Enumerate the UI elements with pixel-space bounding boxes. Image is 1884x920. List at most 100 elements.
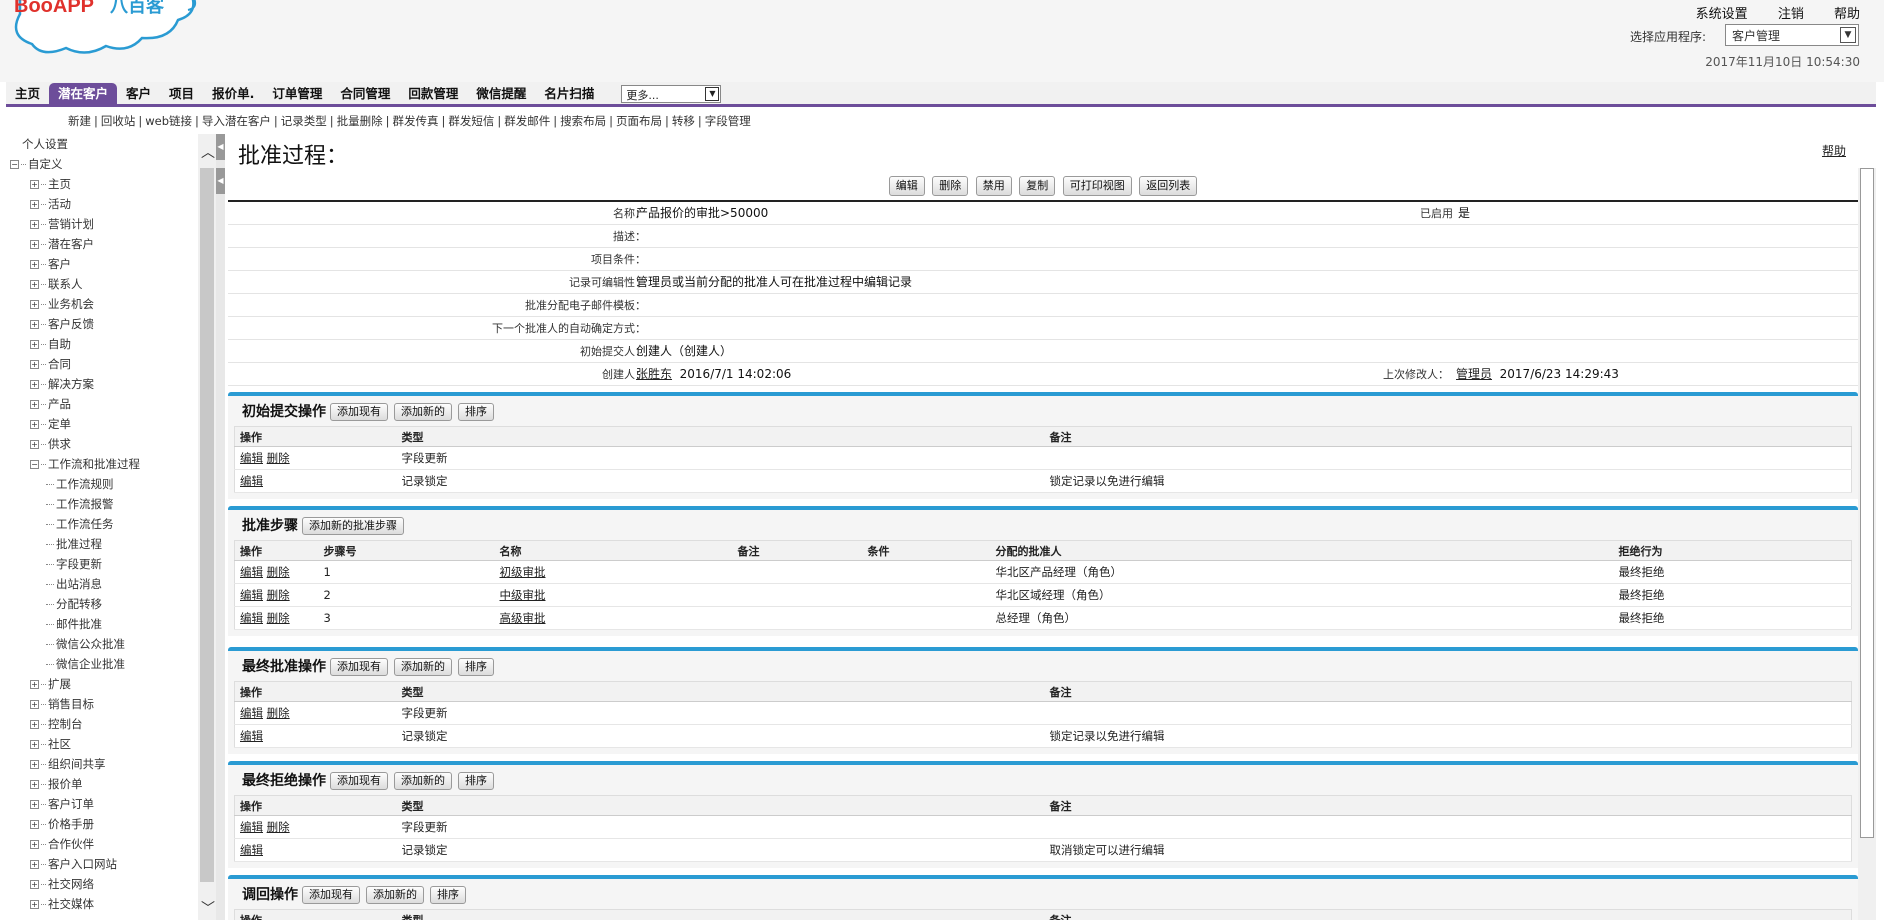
expand-icon[interactable]: + [30, 900, 39, 909]
collapse-arrow-icon[interactable]: ◀ [216, 134, 225, 160]
tree-node[interactable]: + 潜在客户 [0, 234, 198, 254]
tree-node[interactable]: + 营销计划 [0, 214, 198, 234]
copy-button[interactable]: 复制 [1019, 176, 1056, 196]
tree-node[interactable]: + 解决方案 [0, 374, 198, 394]
tab-accounts[interactable]: 客户 [117, 83, 160, 105]
printable-view-button[interactable]: 可打印视图 [1062, 176, 1132, 196]
section-button[interactable]: 添加新的 [366, 886, 424, 904]
section-button[interactable]: 添加新的批准步骤 [302, 517, 404, 535]
expand-icon[interactable]: + [30, 380, 39, 389]
expand-icon[interactable]: + [30, 800, 39, 809]
collapse-icon[interactable]: − [30, 460, 39, 469]
tree-node[interactable]: + 社区 [0, 734, 198, 754]
tree-node[interactable]: + 组织间共享 [0, 754, 198, 774]
subnav-link[interactable]: 页面布局 [616, 114, 662, 128]
tree-node[interactable]: − 工作流和批准过程 [0, 454, 198, 474]
tree-node[interactable]: 工作流任务 [0, 514, 198, 534]
edit-button[interactable]: 编辑 [888, 176, 925, 196]
expand-icon[interactable]: + [30, 420, 39, 429]
tree-node[interactable]: 字段更新 [0, 554, 198, 574]
chevron-up-icon[interactable]: ︿ [201, 142, 215, 162]
subnav-link[interactable]: 批量删除 [337, 114, 383, 128]
back-to-list-button[interactable]: 返回列表 [1139, 176, 1198, 196]
subnav-link[interactable]: 导入潜在客户 [202, 114, 271, 128]
main-scrollbar[interactable] [1858, 168, 1876, 920]
expand-icon[interactable]: + [30, 340, 39, 349]
expand-icon[interactable]: + [30, 300, 39, 309]
tree-node[interactable]: 批准过程 [0, 534, 198, 554]
tree-node[interactable]: + 定单 [0, 414, 198, 434]
collapse-icon[interactable]: − [10, 160, 19, 169]
more-tabs-select[interactable]: 更多... ▼ [621, 85, 722, 103]
delete-button[interactable]: 删除 [932, 176, 969, 196]
modified-by-link[interactable]: 管理员 [1456, 367, 1492, 381]
tree-node[interactable]: + 联系人 [0, 274, 198, 294]
tree-node[interactable]: + 自助 [0, 334, 198, 354]
app-select[interactable]: 客户管理 ▼ [1725, 24, 1859, 46]
tree-node[interactable]: 工作流规则 [0, 474, 198, 494]
tree-node[interactable]: 个人设置 [0, 134, 198, 154]
expand-icon[interactable]: + [30, 760, 39, 769]
created-by-link[interactable]: 张胜东 [636, 367, 672, 381]
system-settings-link[interactable]: 系统设置 [1696, 7, 1748, 22]
tree-node[interactable]: + 销售目标 [0, 694, 198, 714]
section-button[interactable]: 添加新的 [394, 772, 452, 790]
tree-node[interactable]: 分配转移 [0, 594, 198, 614]
sidebar-scroll-thumb[interactable] [200, 168, 214, 882]
expand-icon[interactable]: + [30, 400, 39, 409]
tree-node[interactable]: + 价格手册 [0, 814, 198, 834]
section-button[interactable]: 添加新的 [394, 658, 452, 676]
tab-contracts[interactable]: 合同管理 [331, 83, 399, 105]
tab-payments[interactable]: 回款管理 [399, 83, 467, 105]
subnav-link[interactable]: 群发短信 [448, 114, 494, 128]
tab-wechat-reminder[interactable]: 微信提醒 [467, 83, 535, 105]
subnav-link[interactable]: 搜索布局 [560, 114, 606, 128]
tab-quotes[interactable]: 报价单. [203, 83, 263, 105]
subnav-link[interactable]: 转移 [672, 114, 695, 128]
expand-icon[interactable]: + [30, 680, 39, 689]
section-button[interactable]: 排序 [458, 403, 494, 421]
tab-projects[interactable]: 项目 [160, 83, 203, 105]
tree-node[interactable]: + 主页 [0, 174, 198, 194]
row-delete-link[interactable]: 删除 [267, 451, 290, 465]
chevron-down-icon[interactable]: ﹀ [201, 898, 215, 918]
row-edit-link[interactable]: 编辑 [240, 451, 263, 465]
row-delete-link[interactable]: 删除 [267, 588, 290, 602]
tree-node[interactable]: 微信企业批准 [0, 654, 198, 674]
disable-button[interactable]: 禁用 [975, 176, 1012, 196]
subnav-link[interactable]: 新建 [68, 114, 91, 128]
expand-icon[interactable]: + [30, 200, 39, 209]
expand-icon[interactable]: + [30, 860, 39, 869]
row-edit-link[interactable]: 编辑 [240, 820, 263, 834]
section-button[interactable]: 排序 [430, 886, 466, 904]
sidebar-scrollbar[interactable]: ︿ ﹀ [198, 134, 216, 920]
tab-orders[interactable]: 订单管理 [263, 83, 331, 105]
expand-icon[interactable]: + [30, 700, 39, 709]
expand-icon[interactable]: + [30, 440, 39, 449]
tree-node[interactable]: + 供求 [0, 434, 198, 454]
row-delete-link[interactable]: 删除 [267, 706, 290, 720]
expand-icon[interactable]: + [30, 720, 39, 729]
subnav-link[interactable]: 群发传真 [393, 114, 439, 128]
step-name-link[interactable]: 中级审批 [500, 588, 546, 602]
tab-home[interactable]: 主页 [6, 83, 49, 105]
expand-icon[interactable]: + [30, 240, 39, 249]
tree-node[interactable]: + 产品 [0, 394, 198, 414]
section-button[interactable]: 添加现有 [330, 403, 388, 421]
expand-icon[interactable]: + [30, 180, 39, 189]
expand-icon[interactable]: + [30, 280, 39, 289]
row-edit-link[interactable]: 编辑 [240, 843, 263, 857]
tree-node[interactable]: 微信公众批准 [0, 634, 198, 654]
expand-icon[interactable]: + [30, 220, 39, 229]
collapse-arrow-icon[interactable]: ◀ [216, 168, 225, 194]
row-edit-link[interactable]: 编辑 [240, 565, 263, 579]
tree-node[interactable]: 出站消息 [0, 574, 198, 594]
section-button[interactable]: 添加现有 [302, 886, 360, 904]
row-edit-link[interactable]: 编辑 [240, 706, 263, 720]
subnav-link[interactable]: web链接 [145, 114, 192, 128]
subnav-link[interactable]: 群发邮件 [504, 114, 550, 128]
tree-node[interactable]: + 客户 [0, 254, 198, 274]
subnav-link[interactable]: 字段管理 [705, 114, 751, 128]
tab-leads[interactable]: 潜在客户 [49, 83, 118, 105]
section-button[interactable]: 排序 [458, 772, 494, 790]
